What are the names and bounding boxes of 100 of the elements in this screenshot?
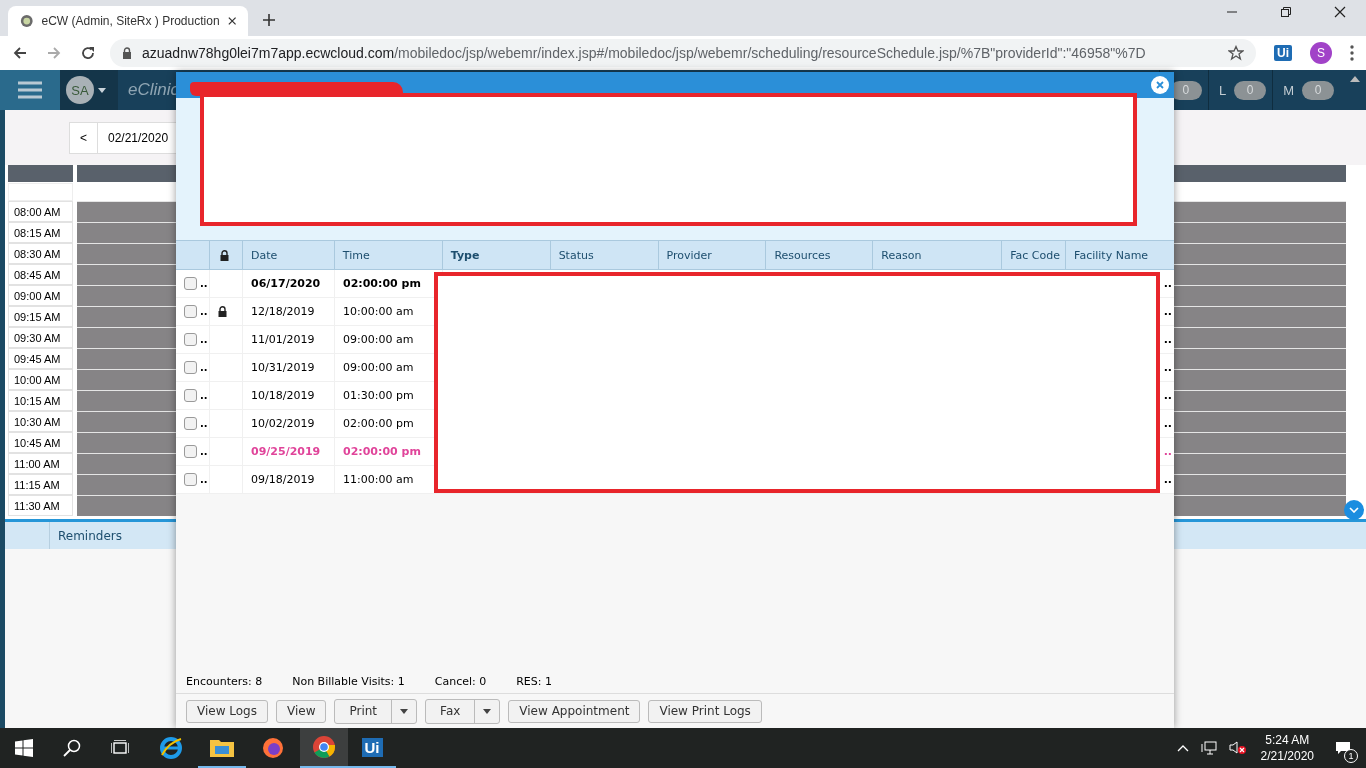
time-slot-label: 08:15 AM (8, 222, 73, 243)
time-cell: 09:00:00 am (343, 333, 414, 346)
split-button[interactable]: Print (334, 698, 418, 724)
menu-icon (18, 81, 42, 99)
chevron-down-icon (1349, 507, 1359, 513)
user-avatar: SA (66, 76, 94, 104)
column-header[interactable]: Provider (666, 248, 712, 262)
star-icon[interactable] (1228, 45, 1244, 61)
row-expander[interactable]: .. (200, 362, 208, 373)
truncated-cell-text: .. (1163, 417, 1172, 430)
caret-icon[interactable] (483, 708, 492, 714)
menu-icon[interactable] (1350, 45, 1354, 61)
folder-icon[interactable] (210, 737, 234, 757)
task-view-icon[interactable] (111, 740, 129, 756)
notification-badge: 1 (1344, 749, 1358, 763)
truncated-cell-text: .. (1163, 333, 1172, 346)
grid-header (8, 165, 73, 182)
time-slot-label: 08:00 AM (8, 201, 73, 222)
column-header[interactable]: Date (250, 248, 278, 262)
column-header[interactable]: Resources (774, 248, 831, 262)
expand-button[interactable] (1344, 500, 1364, 520)
time-slot-label: 08:45 AM (8, 264, 73, 285)
scroll-up-icon[interactable] (1350, 76, 1360, 82)
caret-icon[interactable] (400, 708, 409, 714)
system-clock[interactable]: 5:24 AM 2/21/2020 (1260, 732, 1314, 764)
date-cell: 11/01/2019 (251, 333, 315, 346)
row-expander[interactable]: .. (200, 334, 208, 345)
lock-icon (122, 47, 132, 59)
column-header[interactable]: Fac Code (1010, 248, 1060, 262)
row-expander[interactable]: .. (200, 390, 208, 401)
firefox-icon[interactable] (261, 736, 285, 760)
row-expander[interactable]: .. (200, 278, 208, 289)
date-cell: 09/25/2019 (251, 445, 321, 458)
row-checkbox[interactable] (184, 305, 197, 318)
lock-icon (218, 306, 227, 317)
time-cell: 01:30:00 pm (343, 389, 414, 402)
row-checkbox[interactable] (184, 473, 197, 486)
column-header[interactable]: Time (342, 248, 370, 262)
user-menu[interactable]: SA (60, 70, 118, 110)
time-slot-label: 10:45 AM (8, 432, 73, 453)
chrome-icon[interactable] (312, 735, 336, 759)
back-icon[interactable] (12, 45, 28, 61)
reload-icon[interactable] (80, 45, 96, 61)
close-button[interactable] (1151, 76, 1169, 94)
time-slot-label: 11:00 AM (8, 453, 73, 474)
date-cell: 12/18/2019 (251, 305, 315, 318)
row-expander[interactable]: .. (200, 474, 208, 485)
profile-avatar[interactable]: S (1310, 42, 1332, 64)
close-icon[interactable] (227, 16, 236, 26)
counter-label: L (1218, 82, 1227, 98)
network-icon[interactable] (1200, 741, 1217, 755)
row-checkbox[interactable] (184, 333, 197, 346)
windows-start-icon[interactable] (15, 739, 33, 757)
summary-count: Encounters: 8 (186, 675, 263, 688)
new-tab-icon[interactable] (262, 13, 276, 27)
reminders-heading: Reminders (58, 528, 122, 543)
time-cell: 02:00:00 pm (343, 417, 414, 430)
column-header[interactable]: Facility Name (1074, 248, 1149, 262)
truncated-cell-text: .. (1163, 473, 1172, 486)
row-expander[interactable]: .. (200, 446, 208, 457)
row-checkbox[interactable] (184, 389, 197, 402)
row-checkbox[interactable] (184, 417, 197, 430)
column-header[interactable]: Status (558, 248, 594, 262)
row-expander[interactable]: .. (200, 306, 208, 317)
time-cell: 02:00:00 pm (343, 277, 421, 290)
time-cell: 02:00:00 pm (343, 445, 421, 458)
time-slot-label: 10:15 AM (8, 390, 73, 411)
dialog-button[interactable]: View (276, 699, 327, 723)
restore-icon[interactable] (1280, 6, 1292, 18)
column-header[interactable]: Type (450, 248, 480, 262)
time-cell: 10:00:00 am (343, 305, 414, 318)
split-button[interactable]: Fax (425, 698, 501, 724)
notification-button[interactable]: 1 (1328, 733, 1358, 763)
row-checkbox[interactable] (184, 277, 197, 290)
internet-explorer-icon[interactable] (159, 736, 183, 760)
date-cell: 10/31/2019 (251, 361, 315, 374)
chevron-up-icon[interactable] (1176, 744, 1189, 752)
menu-button[interactable] (0, 70, 60, 110)
column-header[interactable]: Reason (881, 248, 922, 262)
extension-button[interactable]: Ui (1274, 45, 1292, 61)
time-slot-label: 09:45 AM (8, 348, 73, 369)
row-expander[interactable]: .. (200, 418, 208, 429)
truncated-cell-text: .. (1163, 361, 1172, 374)
date-cell: 06/17/2020 (251, 277, 321, 290)
speaker-muted-icon[interactable] (1228, 741, 1247, 755)
summary-count: Non Billable Visits: 1 (292, 675, 405, 688)
row-checkbox[interactable] (184, 361, 197, 374)
address-bar[interactable]: azuadnw78hg0lei7m7app.ecwcloud.com/mobiledoc/jsp/webemr/index.jsp#/mobiledoc/jsp/webemr/scheduling/resourceSchedule.jsp/%7B"providerId":"46958"%7D (110, 39, 1256, 67)
dialog-button[interactable]: View Appointment (508, 699, 641, 723)
time-slot-label: 11:30 AM (8, 495, 73, 516)
dialog-button[interactable]: View Logs (186, 699, 268, 723)
ui-app-icon[interactable]: Ui (361, 737, 383, 757)
close-icon[interactable] (1334, 6, 1346, 18)
browser-tab[interactable]: eCW (Admin, SiteRx ) Production (8, 6, 248, 36)
time-slot-label: 08:30 AM (8, 243, 73, 264)
time-slot-label: 10:00 AM (8, 369, 73, 390)
dialog-button[interactable]: View Print Logs (648, 699, 762, 723)
search-icon[interactable] (63, 739, 81, 757)
blank-cell (8, 183, 73, 201)
row-checkbox[interactable] (184, 445, 197, 458)
